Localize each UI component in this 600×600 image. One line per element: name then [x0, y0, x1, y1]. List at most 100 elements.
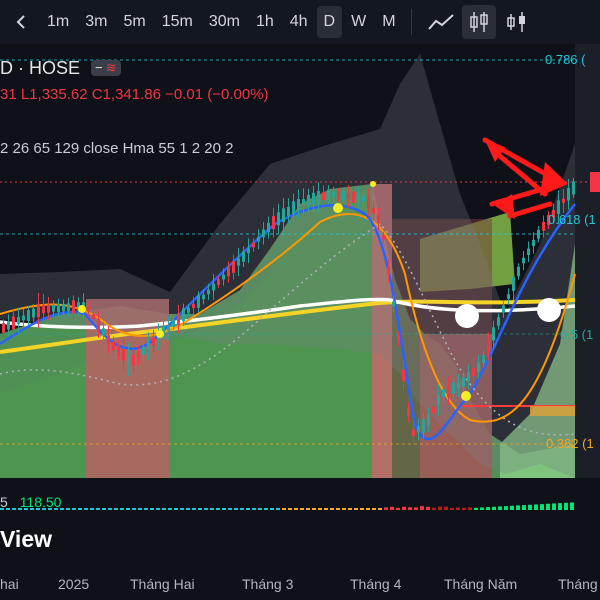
candle-body — [477, 362, 480, 372]
indicator-legend[interactable]: 2 26 65 129 close Hma 55 1 2 20 2 — [0, 140, 234, 157]
oscillator-bar — [366, 508, 370, 510]
candle-body — [472, 368, 475, 376]
collapse-legend-button[interactable]: − ≋ — [91, 60, 121, 76]
oscillator-bar — [288, 508, 292, 510]
oscillator-bar — [396, 507, 400, 510]
oscillator-bar — [162, 508, 166, 510]
oscillator-bar — [420, 506, 424, 510]
oscillator-bar — [306, 508, 310, 510]
oscillator-bar — [342, 508, 346, 510]
oscillator-bar — [390, 506, 394, 510]
oscillator-bar — [462, 507, 466, 510]
signal-dot-white — [537, 298, 561, 322]
candle-body — [17, 317, 20, 324]
timeframe-d[interactable]: D — [316, 6, 343, 38]
candle-body — [147, 342, 150, 350]
timeframe-1h[interactable]: 1h — [249, 6, 281, 38]
timeframe-5m[interactable]: 5m — [116, 6, 152, 38]
oscillator-bar — [216, 508, 220, 510]
oscillator-bar — [102, 508, 106, 510]
candle-body — [352, 191, 355, 203]
oscillator-bar — [72, 508, 76, 510]
timeframe-3m[interactable]: 3m — [78, 6, 114, 38]
timeframe-m[interactable]: M — [375, 6, 402, 38]
signal-dot-yellow — [370, 181, 376, 187]
timeframe-4h[interactable]: 4h — [283, 6, 315, 38]
oscillator-histogram — [0, 502, 574, 510]
candle-body — [217, 279, 220, 285]
candle-body — [317, 191, 320, 204]
price-scale-marker — [590, 172, 600, 192]
oscillator-bar — [540, 504, 544, 510]
candle-body — [412, 429, 415, 436]
candle-body — [222, 274, 225, 280]
oscillator-bar — [234, 508, 238, 510]
candle-body — [437, 395, 440, 405]
candle-body — [302, 199, 305, 204]
timeframe-30m[interactable]: 30m — [202, 6, 247, 38]
timeframe-1m[interactable]: 1m — [40, 6, 76, 38]
price-chart[interactable]: D · HOSE − ≋ 31 L1,335.62 C1,341.86 −0.01… — [0, 44, 600, 600]
candle-body — [267, 222, 270, 233]
oscillator-bar — [168, 508, 172, 510]
candle-body — [342, 191, 345, 201]
candle-body — [512, 277, 515, 291]
candle-body — [572, 181, 575, 195]
candle-body — [567, 188, 570, 201]
candle-body — [172, 320, 175, 327]
candle-body — [67, 303, 70, 311]
oscillator-bar — [438, 506, 442, 510]
time-axis[interactable]: hai 2025 Tháng Hai Tháng 3 Tháng 4 Tháng… — [0, 574, 600, 600]
candle-body — [2, 323, 5, 333]
time-axis-label: Tháng 3 — [242, 576, 294, 592]
candle-body — [457, 382, 460, 389]
oscillator-bar — [408, 507, 412, 510]
candle-body — [562, 198, 565, 203]
oscillator-bar — [210, 508, 214, 510]
line-chart-icon[interactable] — [424, 5, 458, 39]
oscillator-legend: 5 118.50 — [0, 494, 61, 510]
minus-icon: − — [95, 60, 103, 75]
oscillator-bar — [156, 508, 160, 510]
candle-body — [487, 342, 490, 351]
chart-canvas[interactable] — [0, 44, 600, 600]
candles-chart-icon[interactable] — [461, 5, 496, 39]
timeframe-15m[interactable]: 15m — [155, 6, 200, 38]
oscillator-bar — [384, 507, 388, 510]
oscillator-bar — [174, 508, 178, 510]
oscillator-bar — [558, 503, 562, 510]
oscillator-bar — [570, 502, 574, 510]
candle-body — [492, 327, 495, 341]
candle-body — [307, 194, 310, 206]
candle-body — [227, 267, 230, 277]
oscillator-bar — [126, 508, 130, 510]
signal-dot-yellow — [333, 203, 343, 213]
oscillator-bar — [204, 508, 208, 510]
candle-body — [322, 192, 325, 200]
signal-dot-yellow — [78, 305, 86, 313]
oscillator-bar — [534, 504, 538, 510]
fib-label-0786: 0.786 ( — [545, 52, 586, 67]
price-scale-background — [575, 44, 600, 478]
candle-body — [257, 237, 260, 242]
oscillator-bar — [252, 508, 256, 510]
oscillator-bar — [552, 503, 556, 510]
candle-body — [252, 242, 255, 248]
candle-body — [277, 212, 280, 226]
time-axis-label: hai — [0, 576, 19, 592]
timeframe-w[interactable]: W — [344, 6, 373, 38]
bars-chart-icon[interactable] — [500, 5, 534, 39]
candle-body — [202, 294, 205, 300]
candle-body — [237, 258, 240, 266]
candle-body — [297, 199, 300, 210]
time-axis-label: Tháng — [558, 576, 598, 592]
oscillator-bar — [66, 508, 70, 510]
oscillator-bar — [450, 507, 454, 510]
candle-body — [192, 303, 195, 309]
oscillator-bar — [246, 508, 250, 510]
oscillator-bar — [120, 508, 124, 510]
chevron-left-icon[interactable] — [4, 5, 38, 39]
candle-body — [107, 335, 110, 344]
candle-body — [522, 257, 525, 264]
oscillator-bar — [108, 508, 112, 510]
